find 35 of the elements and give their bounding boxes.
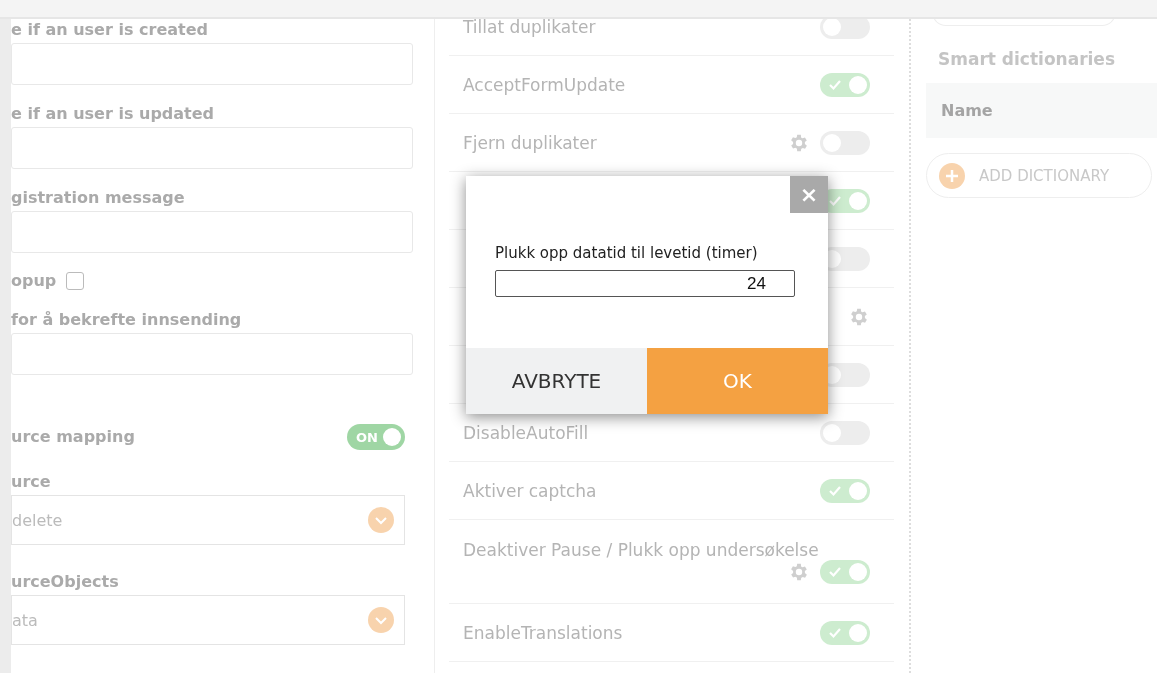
toggle-switch[interactable] [820, 620, 870, 645]
column-header: Name [941, 101, 993, 120]
toggle-label: urce mapping [11, 426, 135, 448]
cancel-button[interactable]: AVBRYTE [466, 348, 647, 414]
setting-label: Tillat duplikater [463, 19, 596, 37]
ok-button[interactable]: OK [647, 348, 828, 414]
toggle-switch[interactable] [820, 19, 870, 39]
toggle-switch[interactable] [820, 420, 870, 445]
checkbox[interactable] [66, 272, 85, 290]
select-field[interactable]: ata [11, 595, 405, 645]
setting-label: AcceptFormUpdate [463, 74, 626, 95]
field-label: urce [11, 471, 52, 493]
chevron-down-icon [368, 607, 394, 633]
select-field[interactable]: delete [11, 495, 405, 545]
section-title: Smart dictionaries [938, 49, 1116, 69]
checkbox-label: opup [11, 270, 57, 292]
setting-label: Fjern duplikater [463, 132, 597, 153]
toggle-switch[interactable] [820, 72, 870, 97]
field-label: for å bekrefte innsending [11, 309, 243, 331]
setting-label: DisableAutoFill [463, 422, 589, 443]
toggle-switch[interactable] [820, 478, 870, 503]
plus-icon [939, 162, 965, 189]
toggle-switch[interactable] [820, 559, 870, 584]
close-button[interactable]: × [790, 176, 828, 213]
number-input[interactable]: 24 [495, 270, 795, 297]
setting-label: Deaktiver Pause / Plukk opp undersøkelse [463, 539, 820, 560]
setting-label: EnableTranslations [463, 622, 623, 643]
field-label: gistration message [11, 187, 186, 209]
field-label: urceObjects [11, 571, 120, 593]
setting-label: Aktiver captcha [463, 480, 597, 501]
dialog-label: Plukk opp datatid til levetid (timer) [495, 244, 759, 262]
chevron-down-icon [368, 507, 394, 533]
toggle-switch[interactable]: ON [347, 424, 405, 450]
field-label: e if an user is created [11, 19, 209, 41]
field-label: e if an user is updated [11, 103, 216, 125]
